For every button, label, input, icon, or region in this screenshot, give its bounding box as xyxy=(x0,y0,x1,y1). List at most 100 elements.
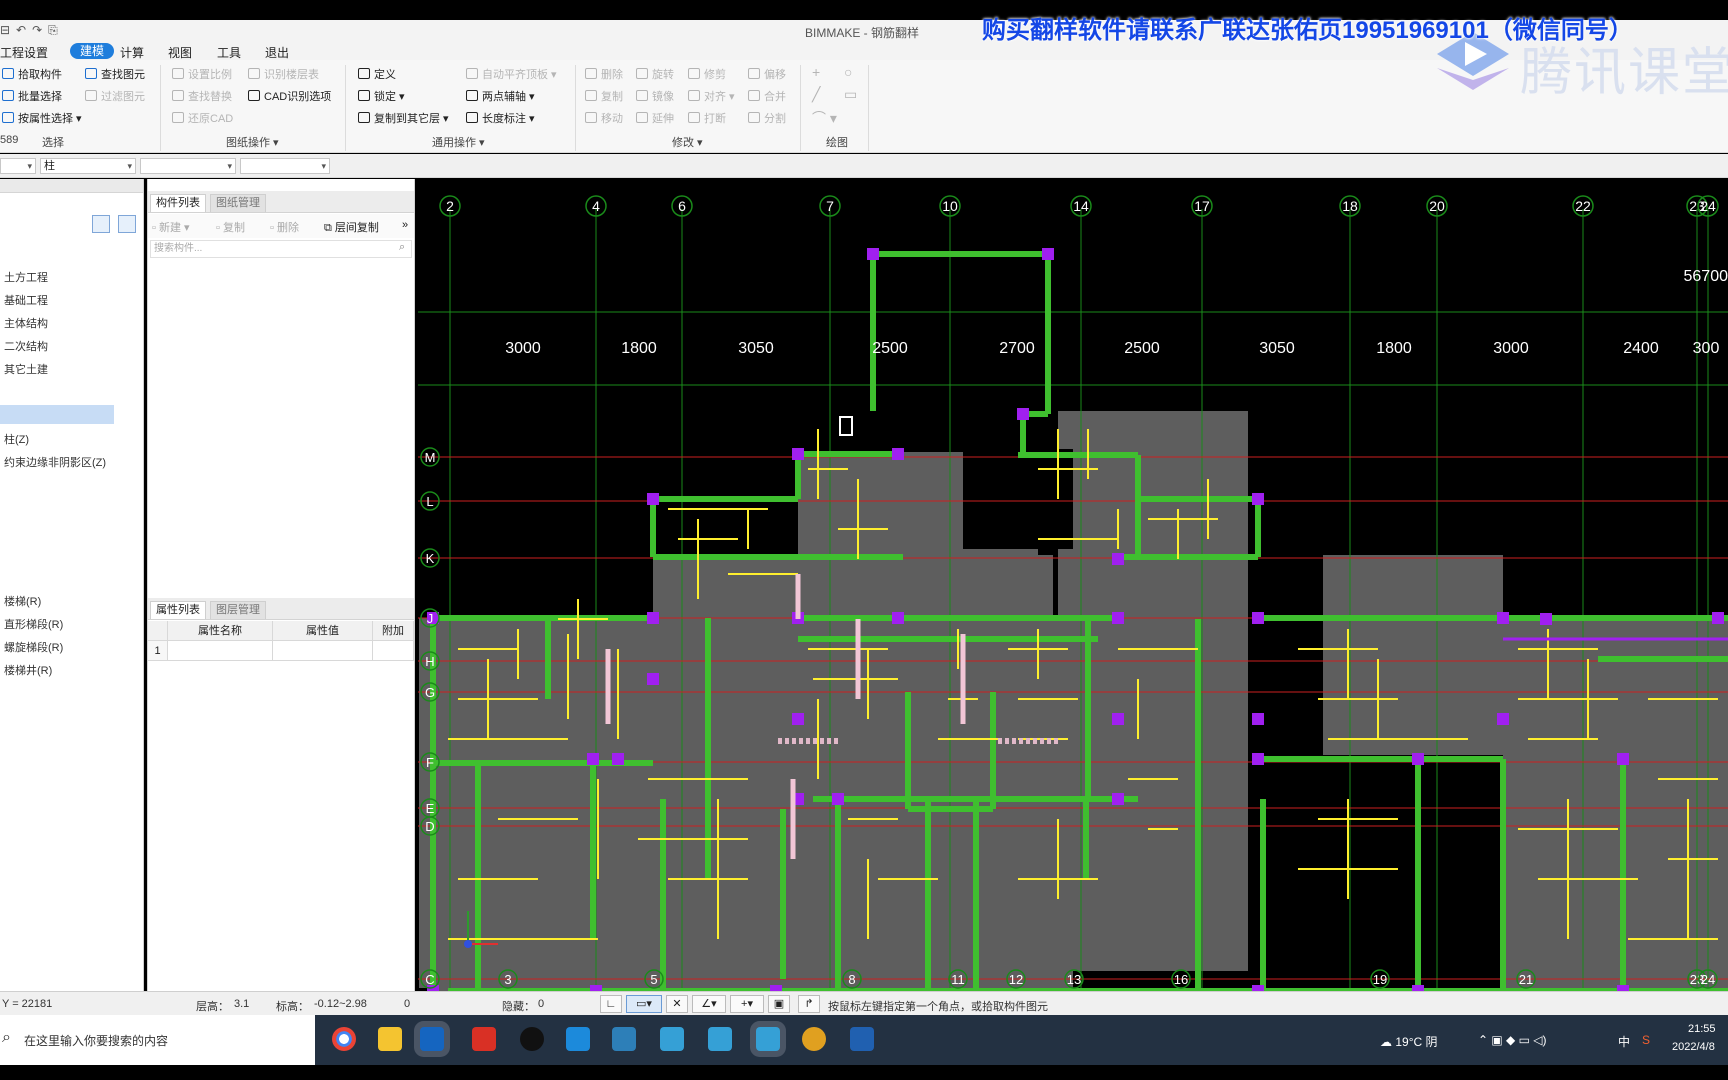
app-m1-icon[interactable] xyxy=(660,1027,684,1051)
ime-indicator[interactable]: 中 xyxy=(1618,1033,1630,1050)
find-replace-button[interactable]: 查找替换 xyxy=(172,88,232,104)
menu-project-settings[interactable]: 工程设置 xyxy=(0,44,48,61)
floor-select[interactable] xyxy=(0,158,36,174)
tree-item-secondary-structure[interactable]: 二次结构 xyxy=(4,338,48,354)
select-by-property-button[interactable]: 按属性选择 ▾ xyxy=(2,110,82,126)
tree-item-spiral-flight[interactable]: 螺旋梯段(R) xyxy=(4,639,63,655)
tree-item-main-structure[interactable]: 主体结构 xyxy=(4,315,48,331)
merge-button[interactable]: 合并 xyxy=(748,88,786,104)
set-scale-button[interactable]: 设置比例 xyxy=(172,66,232,82)
tray-icons[interactable]: ⌃ ▣ ◆ ▭ ◁) xyxy=(1478,1033,1547,1047)
new-component-button[interactable]: ▫ 新建 ▾ xyxy=(152,219,190,235)
sogou-icon[interactable]: S xyxy=(1642,1033,1650,1047)
tree-item-foundation[interactable]: 基础工程 xyxy=(4,292,48,308)
delete-component-button[interactable]: ▫ 删除 xyxy=(270,219,299,235)
taskbar-search-input[interactable]: 在这里输入你要搜索的内容 xyxy=(24,1032,168,1049)
menu-modeling[interactable]: 建模 xyxy=(70,43,115,59)
search-icon[interactable]: ⌕ xyxy=(399,241,405,254)
tree-item-other-civil[interactable]: 其它土建 xyxy=(4,361,48,377)
tree-item-stairwell[interactable]: 楼梯井(R) xyxy=(4,662,52,678)
arc-mode-icon[interactable]: ↱ xyxy=(798,995,820,1013)
chrome-icon[interactable] xyxy=(332,1027,356,1051)
angle-icon[interactable]: ∠▾ xyxy=(692,995,726,1013)
tencent-classroom-icon[interactable] xyxy=(566,1027,590,1051)
tab-component-list[interactable]: 构件列表 xyxy=(150,194,206,212)
draw-arc-icon[interactable]: ⌒ ▾ xyxy=(812,108,837,128)
move-button[interactable]: 移动 xyxy=(585,110,623,126)
layer-icon[interactable]: ▣ xyxy=(768,995,790,1013)
app-refresh-icon[interactable] xyxy=(802,1027,826,1051)
clock-date[interactable]: 2022/4/8 xyxy=(1672,1041,1715,1053)
tree-view-icon[interactable] xyxy=(118,215,136,233)
auto-align-slab-button[interactable]: 自动平齐顶板 ▾ xyxy=(466,66,557,82)
draw-rect-icon[interactable]: ▭ xyxy=(844,86,857,103)
menu-exit[interactable]: 退出 xyxy=(265,44,289,61)
break-button[interactable]: 打断 xyxy=(688,110,726,126)
offset-button[interactable]: 偏移 xyxy=(748,66,786,82)
extend-button[interactable]: 延伸 xyxy=(636,110,674,126)
draw-point-icon[interactable]: + xyxy=(812,64,820,80)
component-subtype-select[interactable] xyxy=(140,158,236,174)
table-cell[interactable] xyxy=(273,641,373,661)
tree-item-straight-flight[interactable]: 直形梯段(R) xyxy=(4,616,63,632)
file-explorer-icon[interactable] xyxy=(378,1027,402,1051)
length-dimension-button[interactable]: 长度标注 ▾ xyxy=(466,110,535,126)
two-point-axis-button[interactable]: 两点辅轴 ▾ xyxy=(466,88,535,104)
rect-select-icon[interactable]: ▭▾ xyxy=(626,995,662,1013)
copy-between-floors-button[interactable]: ⧉ 层间复制 xyxy=(324,219,379,235)
app-m2-icon[interactable] xyxy=(708,1027,732,1051)
component-type-select[interactable]: 柱 xyxy=(40,158,136,174)
more-icon[interactable]: » xyxy=(402,219,408,231)
tab-property-list[interactable]: 属性列表 xyxy=(150,601,206,619)
trim-button[interactable]: 修剪 xyxy=(688,66,726,82)
menu-tools[interactable]: 工具 xyxy=(217,44,241,61)
identify-floor-table-button[interactable]: 识别楼层表 xyxy=(248,66,319,82)
tree-item-column[interactable]: 柱(Z) xyxy=(4,431,29,447)
filter-element-button[interactable]: 过滤图元 xyxy=(85,88,145,104)
clock-time[interactable]: 21:55 xyxy=(1688,1023,1716,1035)
tab-drawing-management[interactable]: 图纸管理 xyxy=(210,194,266,212)
qq-icon[interactable] xyxy=(520,1027,544,1051)
pick-component-button[interactable]: 拾取构件 xyxy=(2,66,62,82)
menu-calculate[interactable]: 计算 xyxy=(120,44,144,61)
cross-select-icon[interactable]: ✕ xyxy=(666,995,688,1013)
copy-button[interactable]: 复制 xyxy=(585,88,623,104)
tree-item-stair[interactable]: 楼梯(R) xyxy=(4,593,41,609)
cad-app-icon[interactable] xyxy=(850,1027,874,1051)
component-name-select[interactable] xyxy=(240,158,330,174)
find-element-button[interactable]: 查找图元 xyxy=(85,66,145,82)
photos-icon[interactable] xyxy=(612,1027,636,1051)
weather-widget[interactable]: ☁ 19°C 阴 xyxy=(1380,1033,1438,1050)
taskbar-search-box[interactable]: ⌕ 在这里输入你要搜索的内容 xyxy=(0,1015,315,1065)
tree-item-boundary-column[interactable]: 约束边缘非阴影区(Z) xyxy=(4,454,106,470)
tab-layer-management[interactable]: 图层管理 xyxy=(210,601,266,619)
list-view-icon[interactable] xyxy=(92,215,110,233)
delete-button[interactable]: 删除 xyxy=(585,66,623,82)
copy-component-button[interactable]: ▫ 复制 xyxy=(216,219,245,235)
tree-item-earthwork[interactable]: 土方工程 xyxy=(4,269,48,285)
drawing-canvas[interactable]: 2 4 6 7 10 14 17 18 20 22 23 24 3 5 8 11 12 13 16 19 21 23 24 M… xyxy=(418,179,1728,991)
outlook-icon[interactable] xyxy=(420,1027,444,1051)
tree-item-selected[interactable] xyxy=(0,405,114,424)
table-cell[interactable] xyxy=(168,641,273,661)
draw-circle-icon[interactable]: ○ xyxy=(844,64,852,80)
menu-view[interactable]: 视图 xyxy=(168,44,192,61)
restore-cad-button[interactable]: 还原CAD xyxy=(172,110,233,126)
mirror-button[interactable]: 镜像 xyxy=(636,88,674,104)
quick-access-toolbar[interactable]: ⊟↶↷⎘ xyxy=(0,23,64,38)
ortho-mode-icon[interactable]: ∟ xyxy=(600,995,622,1013)
bimmake-icon[interactable] xyxy=(756,1027,780,1051)
draw-line-icon[interactable]: ╱ xyxy=(812,86,820,103)
copy-to-other-floor-button[interactable]: 复制到其它层 ▾ xyxy=(358,110,449,126)
align-button[interactable]: 对齐 ▾ xyxy=(688,88,735,104)
define-button[interactable]: 定义 xyxy=(358,66,396,82)
table-cell[interactable] xyxy=(373,641,414,661)
lock-button[interactable]: 锁定 ▾ xyxy=(358,88,405,104)
component-search-input[interactable]: 搜索构件... xyxy=(150,240,412,258)
rotate-button[interactable]: 旋转 xyxy=(636,66,674,82)
snap-icon[interactable]: +▾ xyxy=(730,995,764,1013)
cad-drawing[interactable]: 2 4 6 7 10 14 17 18 20 22 23243 5 8 11 12 13 16 19 21 2324M… xyxy=(418,179,1728,991)
batch-select-button[interactable]: 批量选择 xyxy=(2,88,62,104)
cad-options-button[interactable]: CAD识别选项 xyxy=(248,88,331,104)
wps-icon[interactable] xyxy=(472,1027,496,1051)
